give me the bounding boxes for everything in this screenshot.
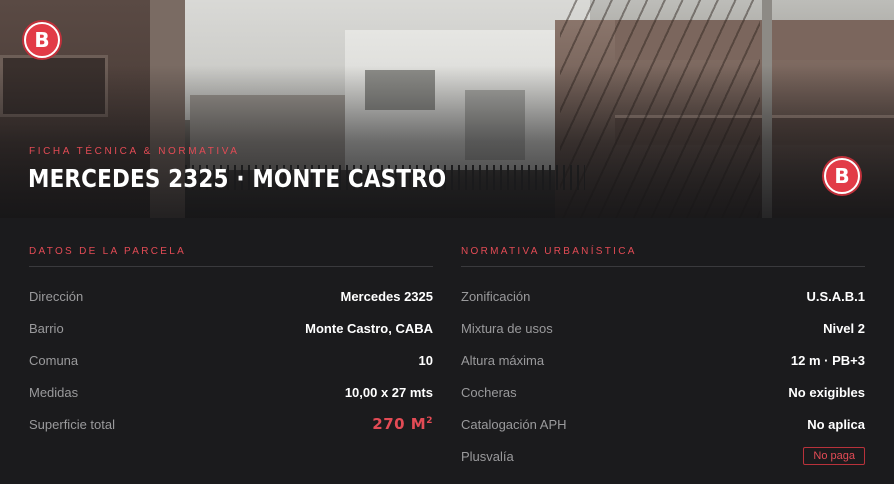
section-eyebrow: FICHA TÉCNICA & NORMATIVA <box>29 146 240 157</box>
superficie-number: 270 M <box>372 415 427 433</box>
row-label: Mixtura de usos <box>461 320 553 336</box>
row-label: Superficie total <box>29 416 115 432</box>
parcela-row-direccion: Dirección Mercedes 2325 <box>29 280 433 312</box>
parcela-heading: DATOS DE LA PARCELA <box>29 246 433 267</box>
row-label: Altura máxima <box>461 352 545 368</box>
normativa-row-altura: Altura máxima 12 m · PB+3 <box>461 344 865 376</box>
superficie-value: 270 M2 <box>372 415 433 433</box>
brand-side-badge[interactable]: B <box>824 158 860 194</box>
brand-logo-badge: B <box>24 22 60 58</box>
plusvalia-status-badge: No paga <box>803 447 865 465</box>
row-value: 12 m · PB+3 <box>790 352 865 368</box>
row-label: Catalogación APH <box>461 416 567 432</box>
row-value: Nivel 2 <box>823 320 865 336</box>
row-value: Monte Castro, CABA <box>305 320 433 336</box>
row-value: No exigibles <box>788 384 865 400</box>
row-value: 10 <box>418 352 433 368</box>
normativa-row-cocheras: Cocheras No exigibles <box>461 376 865 408</box>
normativa-heading: NORMATIVA URBANÍSTICA <box>461 246 865 267</box>
row-label: Medidas <box>29 384 79 400</box>
superficie-unit-superscript: 2 <box>426 416 433 426</box>
parcela-row-barrio: Barrio Monte Castro, CABA <box>29 312 433 344</box>
parcela-row-superficie: Superficie total 270 M2 <box>29 408 433 440</box>
normativa-row-plusvalia: Plusvalía No paga <box>461 440 865 472</box>
parcela-row-medidas: Medidas 10,00 x 27 mts <box>29 376 433 408</box>
normativa-row-zonificacion: Zonificación U.S.A.B.1 <box>461 280 865 312</box>
row-label: Barrio <box>29 320 64 336</box>
row-label: Cocheras <box>461 384 517 400</box>
row-label: Dirección <box>29 288 84 304</box>
normativa-row-catalogacion: Catalogación APH No aplica <box>461 408 865 440</box>
parcela-panel: DATOS DE LA PARCELA Dirección Mercedes 2… <box>29 246 433 440</box>
normativa-panel: NORMATIVA URBANÍSTICA Zonificación U.S.A… <box>461 246 865 472</box>
row-label: Plusvalía <box>461 448 514 464</box>
row-value: Mercedes 2325 <box>340 288 433 304</box>
row-value: U.S.A.B.1 <box>806 288 865 304</box>
row-label: Zonificación <box>461 288 531 304</box>
row-value: 10,00 x 27 mts <box>344 384 433 400</box>
row-value: No aplica <box>807 416 865 432</box>
normativa-row-mixtura: Mixtura de usos Nivel 2 <box>461 312 865 344</box>
parcela-row-comuna: Comuna 10 <box>29 344 433 376</box>
page-title: MERCEDES 2325 · MONTE CASTRO <box>28 164 447 193</box>
row-label: Comuna <box>29 352 79 368</box>
